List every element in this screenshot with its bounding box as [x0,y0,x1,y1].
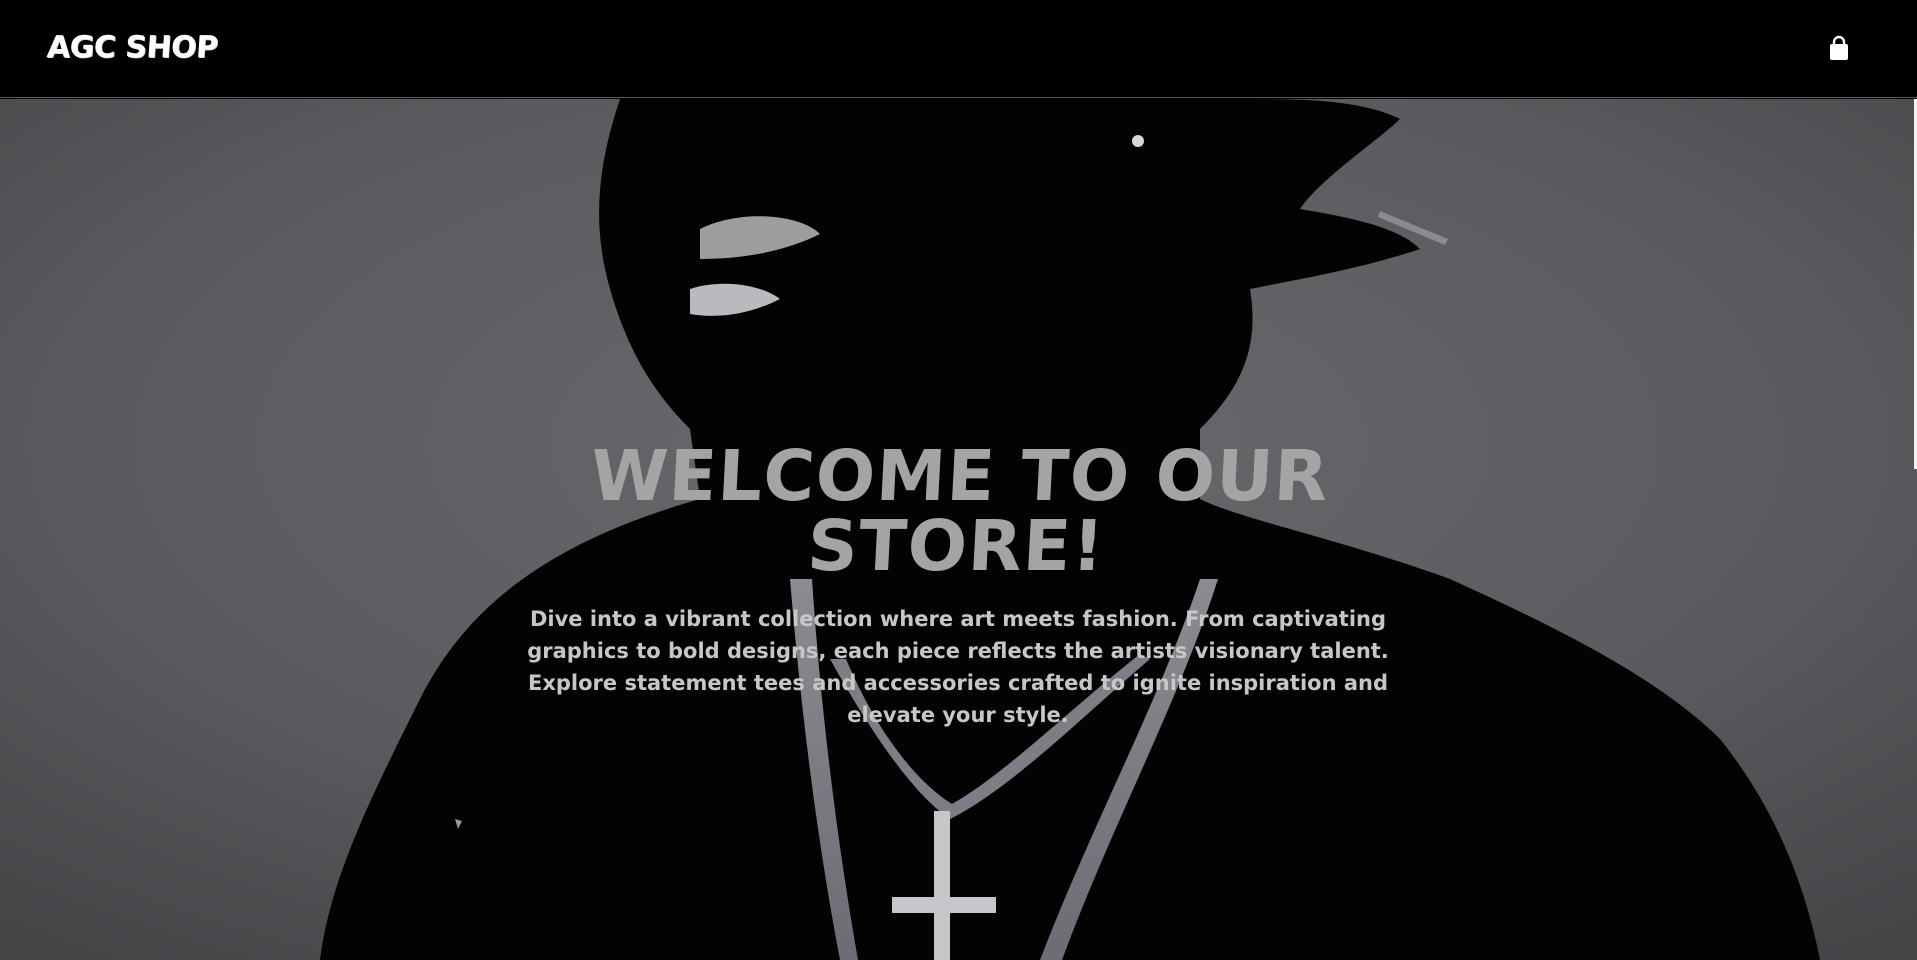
shopping-bag-icon [1830,35,1848,60]
brand-logo[interactable]: AGC SHOP [46,30,219,65]
navbar: AGC SHOP [0,0,1917,98]
hero-content: WELCOME TO OUR STORE! Dive into a vibran… [478,435,1438,731]
page: AGC SHOP WELCOME TO OUR STORE! Dive into… [0,0,1917,960]
cart-button[interactable] [1826,35,1852,63]
hero-section: WELCOME TO OUR STORE! Dive into a vibran… [0,99,1917,960]
hero-description: Dive into a vibrant collection where art… [527,607,1389,727]
hero-title: WELCOME TO OUR STORE! [588,435,1332,587]
